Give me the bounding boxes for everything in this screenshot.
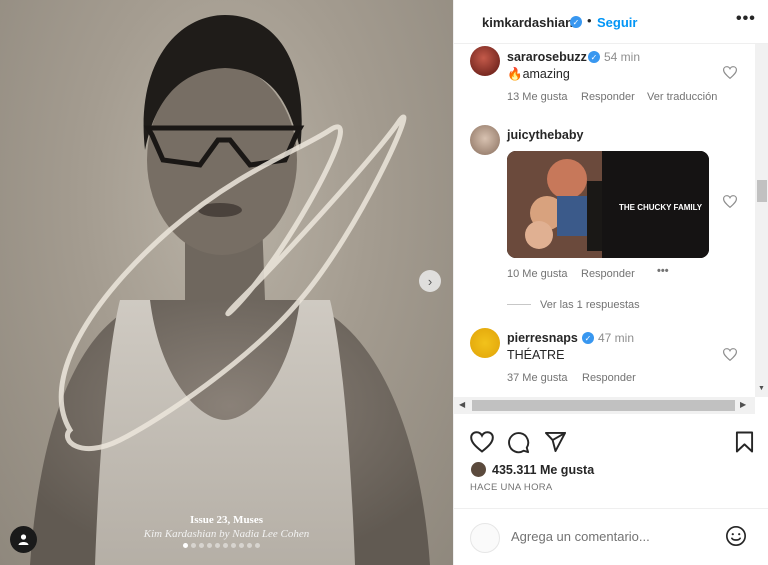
verified-badge-icon: ✓ [582, 332, 594, 344]
comment-username[interactable]: pierresnaps [507, 331, 578, 345]
carousel-dot [191, 543, 196, 548]
carousel-dot [215, 543, 220, 548]
liker-avatar [470, 461, 487, 478]
bookmark-icon[interactable] [735, 431, 754, 453]
translate-button[interactable]: Ver traducción [647, 91, 717, 103]
carousel-dot [231, 543, 236, 548]
add-comment-area [454, 508, 768, 565]
scroll-right-arrow[interactable]: ▶ [740, 400, 746, 409]
horizontal-scrollbar-thumb[interactable] [472, 400, 735, 411]
chevron-right-icon: › [427, 273, 433, 289]
comment-text: THÉATRE [507, 348, 565, 362]
post-photo [30, 15, 430, 565]
follow-button[interactable]: Seguir [597, 15, 637, 30]
reply-button[interactable]: Responder [581, 91, 635, 103]
caption-subtitle: Kim Kardashian by Nadia Lee Cohen [143, 528, 310, 540]
view-replies-button[interactable]: Ver las 1 respuestas [540, 299, 640, 311]
avatar[interactable] [470, 46, 500, 76]
verified-badge-icon: ✓ [588, 51, 600, 63]
carousel-dot [207, 543, 212, 548]
comment-time: 47 min [598, 331, 635, 345]
reply-button[interactable]: Responder [582, 372, 636, 384]
author-username[interactable]: kimkardashian [482, 15, 573, 30]
verified-badge-icon: ✓ [570, 16, 582, 28]
carousel-dot [239, 543, 244, 548]
avatar[interactable] [470, 328, 500, 358]
caption-title: Issue 23, Muses [189, 514, 264, 526]
vertical-scrollbar[interactable]: ▼ [755, 44, 768, 397]
gif-caption: THE CHUCKY FAMILY [619, 203, 703, 212]
post-timestamp[interactable]: HACE UNA HORA [470, 482, 553, 493]
heart-icon[interactable] [470, 431, 494, 453]
comment-more-button[interactable]: ••• [657, 265, 669, 277]
comment-username[interactable]: sararosebuzz [507, 50, 587, 64]
heart-icon[interactable] [723, 348, 737, 361]
comment-icon[interactable] [507, 431, 530, 454]
avatar [470, 523, 500, 553]
reply-button[interactable]: Responder [581, 268, 635, 280]
vertical-scrollbar-thumb[interactable] [757, 180, 767, 202]
horizontal-scrollbar[interactable]: ◀ ▶ [454, 397, 755, 414]
comment-input[interactable] [511, 526, 711, 546]
carousel-dot [223, 543, 228, 548]
more-options-button[interactable]: ••• [736, 10, 756, 28]
carousel-dot [255, 543, 260, 548]
carousel-dot [247, 543, 252, 548]
heart-icon[interactable] [723, 66, 737, 79]
post-panel: kimkardashian ✓ • Seguir ••• sararosebuz… [453, 0, 768, 565]
replies-divider [507, 304, 531, 305]
header-separator: • [587, 13, 592, 28]
scroll-down-arrow[interactable]: ▼ [758, 385, 765, 392]
user-tag-icon [18, 534, 29, 545]
carousel-indicator [183, 543, 260, 548]
scroll-left-arrow[interactable]: ◀ [459, 400, 465, 409]
comment-username[interactable]: juicythebaby [507, 128, 583, 142]
comment-likes[interactable]: 10 Me gusta [507, 268, 568, 280]
avatar[interactable] [470, 125, 500, 155]
comment-likes[interactable]: 37 Me gusta [507, 372, 568, 384]
comment-likes[interactable]: 13 Me gusta [507, 91, 568, 103]
post-media[interactable]: › Issue 23, Muses Kim Kardashian by Nadi… [0, 0, 453, 565]
carousel-dot [183, 543, 188, 548]
post-header: kimkardashian ✓ • Seguir ••• [454, 0, 768, 44]
action-bar [454, 428, 768, 458]
comment-text: 🔥amazing [507, 67, 570, 81]
carousel-next-button[interactable]: › [419, 270, 441, 292]
user-tag-button[interactable] [10, 526, 37, 553]
carousel-dot [199, 543, 204, 548]
comments-list[interactable]: sararosebuzz ✓ 54 min 🔥amazing 13 Me gus… [454, 44, 755, 397]
comment-time: 54 min [604, 50, 641, 64]
comment-gif[interactable]: THE CHUCKY FAMILY [507, 151, 709, 258]
share-icon[interactable] [544, 431, 567, 453]
emoji-icon[interactable] [725, 525, 747, 547]
heart-icon[interactable] [723, 195, 737, 208]
likes-count[interactable]: 435.311 Me gusta [492, 463, 594, 477]
